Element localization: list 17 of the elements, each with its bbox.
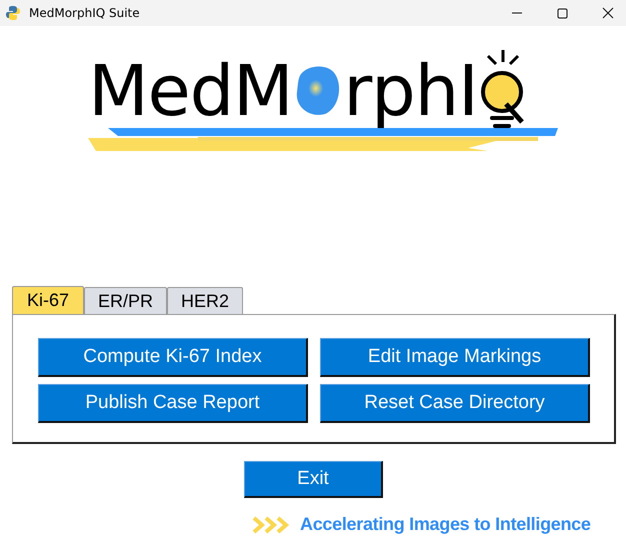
tab[interactable]: HER2 <box>167 287 244 314</box>
tab[interactable]: ER/PR <box>84 287 168 314</box>
window-title: MedMorphIQ Suite <box>29 6 140 20</box>
tagline: Accelerating Images to Intelligence <box>300 514 591 535</box>
action-button[interactable]: Edit Image Markings <box>320 338 590 377</box>
maximize-icon[interactable] <box>557 8 568 18</box>
chevrons-icon <box>252 516 290 534</box>
app-icon <box>5 5 21 21</box>
action-button[interactable]: Publish Case Report <box>38 384 308 423</box>
close-icon[interactable] <box>602 7 614 19</box>
tab[interactable]: Ki-67 <box>12 286 84 314</box>
exit-button[interactable]: Exit <box>244 461 383 498</box>
action-button[interactable]: Reset Case Directory <box>320 384 590 423</box>
logo-text: MedM <box>88 49 293 133</box>
action-button[interactable]: Compute Ki-67 Index <box>38 338 308 377</box>
logo-text: rphI <box>344 49 478 133</box>
blob-icon <box>294 64 341 116</box>
